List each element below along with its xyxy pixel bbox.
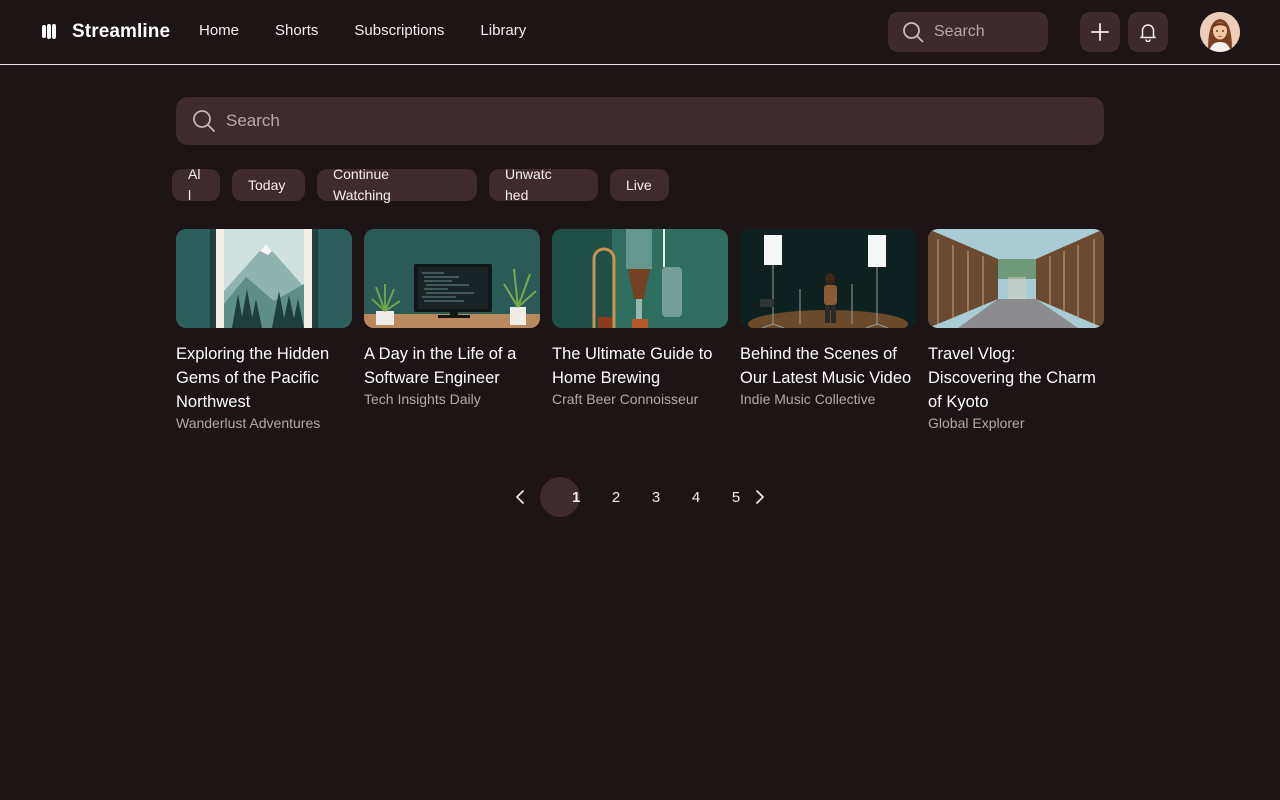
- nav-item-subscriptions[interactable]: Subscriptions: [354, 22, 444, 39]
- bell-icon: [1140, 24, 1156, 42]
- filter-chip-unwatched[interactable]: Unwatched: [489, 166, 598, 203]
- video-channel[interactable]: Wanderlust Adventures: [176, 412, 352, 434]
- main-search-placeholder: Search: [226, 111, 280, 130]
- filter-chip-label: Live: [626, 177, 652, 193]
- video-card[interactable]: Behind the Scenes of Our Latest Music Vi…: [740, 229, 916, 410]
- video-thumbnail[interactable]: [928, 229, 1104, 328]
- page-number: 4: [691, 488, 701, 506]
- header-search-input[interactable]: Search: [888, 12, 1048, 52]
- pagination-page-3[interactable]: 3: [640, 477, 672, 517]
- video-title[interactable]: Behind the Scenes of Our Latest Music Vi…: [740, 342, 916, 390]
- video-thumbnail[interactable]: [552, 229, 728, 328]
- video-title[interactable]: Exploring the Hidden Gems of the Pacific…: [176, 342, 352, 414]
- video-card[interactable]: A Day in the Life of a Software Engineer…: [364, 229, 540, 410]
- video-card[interactable]: Travel Vlog: Discovering the Charm of Ky…: [928, 229, 1104, 434]
- video-channel[interactable]: Craft Beer Connoisseur: [552, 388, 728, 410]
- main-search-input[interactable]: Search: [176, 97, 1104, 145]
- pagination-page-2[interactable]: 2: [600, 477, 632, 517]
- filter-chip-label: Today: [248, 177, 286, 193]
- chevron-right-icon: [756, 490, 764, 504]
- filter-chip-label: Continue Watching: [333, 166, 391, 203]
- filter-chip-label: All: [188, 166, 201, 203]
- avatar[interactable]: [1200, 12, 1240, 52]
- video-card[interactable]: Exploring the Hidden Gems of the Pacific…: [176, 229, 352, 434]
- video-thumbnail[interactable]: [176, 229, 352, 328]
- main-nav: Home Shorts Subscriptions Library: [199, 22, 562, 39]
- pagination-next-button[interactable]: [750, 477, 770, 517]
- nav-item-shorts[interactable]: Shorts: [275, 22, 318, 39]
- video-channel[interactable]: Tech Insights Daily: [364, 388, 540, 410]
- video-channel[interactable]: Global Explorer: [928, 412, 1104, 434]
- create-button[interactable]: [1080, 12, 1120, 52]
- page-number: 1: [572, 488, 581, 506]
- video-thumbnail[interactable]: [740, 229, 916, 328]
- search-icon: [903, 22, 924, 43]
- app-name: Streamline: [72, 21, 171, 42]
- filter-chip-label: Unwatched: [505, 166, 552, 203]
- chevron-left-icon: [516, 490, 524, 504]
- header-search-placeholder: Search: [934, 23, 985, 40]
- pagination-page-5[interactable]: 5: [720, 477, 752, 517]
- user-avatar-image: [1200, 12, 1240, 52]
- filter-chip-live[interactable]: Live: [610, 169, 669, 201]
- logo[interactable]: Streamline: [40, 20, 170, 44]
- search-icon: [193, 110, 215, 132]
- video-thumbnail[interactable]: [364, 229, 540, 328]
- page-number: 5: [731, 488, 741, 506]
- video-channel[interactable]: Indie Music Collective: [740, 388, 916, 410]
- video-title[interactable]: A Day in the Life of a Software Engineer: [364, 342, 540, 390]
- pagination-page-1[interactable]: 1: [540, 477, 580, 517]
- streamline-logo-icon: [42, 24, 56, 39]
- top-header: Streamline Home Shorts Subscriptions Lib…: [0, 0, 1280, 65]
- nav-item-library[interactable]: Library: [480, 22, 526, 39]
- filter-chip-today[interactable]: Today: [232, 169, 305, 201]
- page-number: 3: [651, 488, 661, 506]
- plus-icon: [1091, 23, 1109, 41]
- filter-chip-continue-watching[interactable]: Continue Watching: [317, 166, 477, 203]
- video-card[interactable]: The Ultimate Guide to Home Brewing Craft…: [552, 229, 728, 410]
- filter-chip-all[interactable]: All: [172, 166, 220, 203]
- nav-item-home[interactable]: Home: [199, 22, 239, 39]
- page-number: 2: [611, 488, 621, 506]
- video-title[interactable]: Travel Vlog: Discovering the Charm of Ky…: [928, 342, 1104, 414]
- pagination-prev-button[interactable]: [508, 477, 532, 517]
- pagination-page-4[interactable]: 4: [680, 477, 712, 517]
- notifications-button[interactable]: [1128, 12, 1168, 52]
- video-title[interactable]: The Ultimate Guide to Home Brewing: [552, 342, 728, 390]
